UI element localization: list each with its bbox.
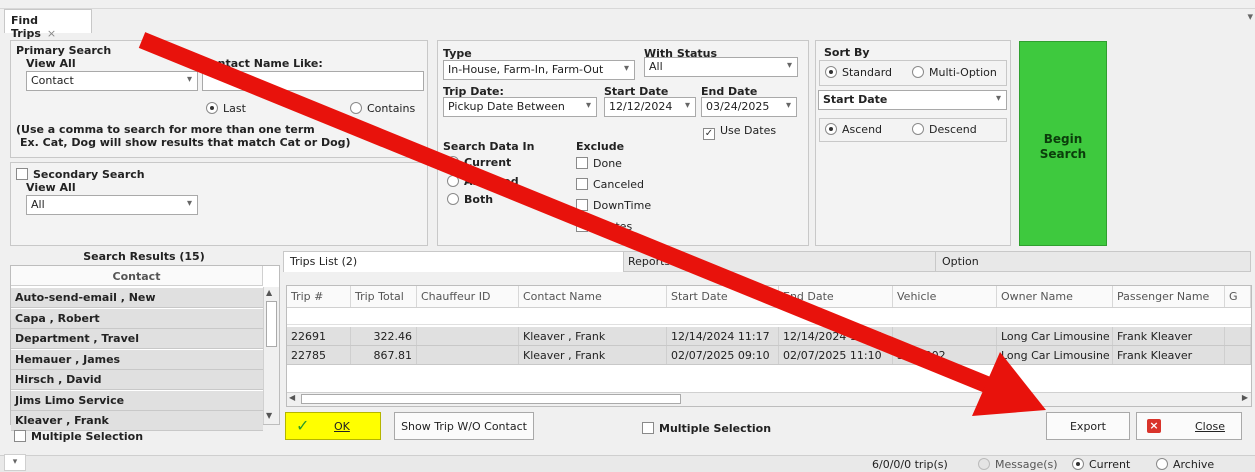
arrow-shaft [138, 32, 1004, 398]
red-arrow-annotation [138, 32, 1046, 416]
